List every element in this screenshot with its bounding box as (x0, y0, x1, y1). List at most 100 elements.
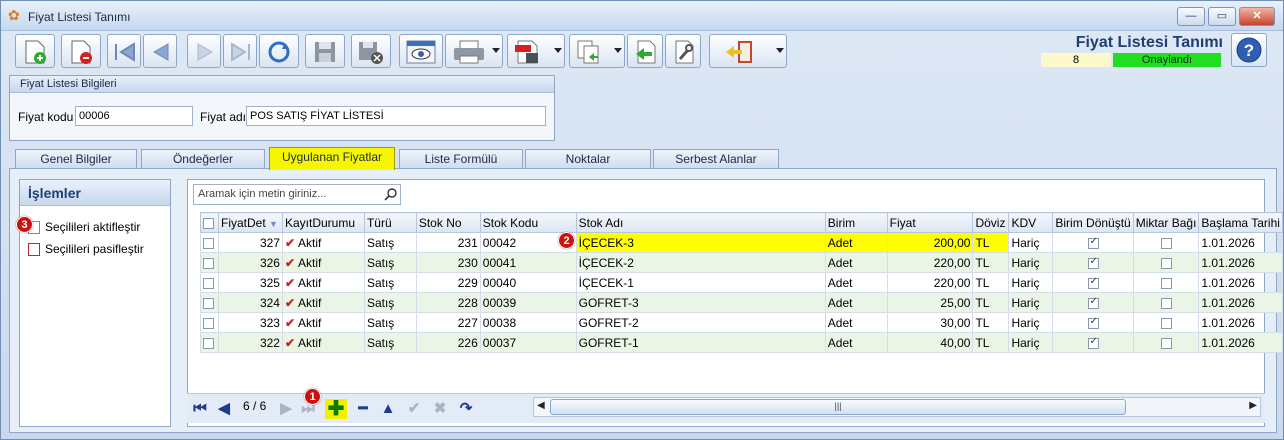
cell-unit[interactable]: Adet (824, 232, 888, 253)
cell-id[interactable]: 325 (217, 272, 283, 293)
minimize-button[interactable]: — (1177, 7, 1205, 26)
cell-unit-conv[interactable] (1052, 332, 1134, 353)
search-icon[interactable] (384, 187, 398, 201)
cell-unit-conv[interactable] (1052, 312, 1134, 333)
row-checkbox[interactable] (203, 257, 214, 269)
unit-conv-checkbox[interactable] (1087, 256, 1099, 269)
cell-price[interactable]: 40,00 (886, 332, 974, 353)
cell-type[interactable]: Satış (363, 332, 417, 353)
cell-id[interactable]: 326 (217, 252, 283, 273)
tools-button[interactable] (665, 34, 701, 68)
cell-currency[interactable]: TL (972, 252, 1010, 273)
cell-qty-bound[interactable] (1132, 232, 1200, 253)
cell-stock-no[interactable]: 227 (415, 312, 481, 333)
cell-type[interactable]: Satış (363, 292, 417, 313)
cell-unit[interactable]: Adet (824, 292, 888, 313)
cell-currency[interactable]: TL (972, 232, 1010, 253)
exit-button[interactable] (709, 34, 787, 68)
cell-start-date[interactable]: 1.01.2026 (1198, 232, 1283, 253)
cell-stock-code[interactable]: 00037 (479, 332, 577, 353)
cell-vat[interactable]: Hariç (1008, 272, 1054, 293)
qty-bound-checkbox[interactable] (1160, 257, 1172, 269)
delete-button[interactable] (61, 34, 101, 68)
cell-status[interactable]: ✔ Aktif (281, 272, 365, 293)
cell-vat[interactable]: Hariç (1008, 292, 1054, 313)
prev-record-button[interactable] (143, 34, 177, 68)
cell-unit[interactable]: Adet (824, 272, 888, 293)
price-name-input[interactable]: POS SATIŞ FİYAT LİSTESİ (246, 106, 546, 126)
first-record-button[interactable] (107, 34, 141, 68)
nav-confirm-icon[interactable]: ✔ (403, 399, 425, 419)
cell-price[interactable]: 200,00 (886, 232, 974, 253)
price-code-input[interactable]: 00006 (75, 106, 193, 126)
col-header-stock-name[interactable]: Stok Adı (575, 212, 826, 233)
maximize-button[interactable]: ▭ (1208, 7, 1236, 26)
unit-conv-checkbox[interactable] (1087, 296, 1099, 309)
cell-qty-bound[interactable] (1132, 312, 1200, 333)
qty-bound-checkbox[interactable] (1160, 337, 1172, 349)
cell-qty-bound[interactable] (1132, 292, 1200, 313)
cell-id[interactable]: 322 (217, 332, 283, 353)
tab-list-formula[interactable]: Liste Formülü (399, 149, 523, 169)
cell-start-date[interactable]: 1.01.2026 (1198, 272, 1283, 293)
print-button[interactable] (445, 34, 503, 68)
tab-applied-prices[interactable]: Uygulanan Fiyatlar (269, 147, 395, 170)
cell-stock-no[interactable]: 228 (415, 292, 481, 313)
cell-type[interactable]: Satış (363, 272, 417, 293)
cell-type[interactable]: Satış (363, 312, 417, 333)
table-row[interactable]: 323 ✔ Aktif Satış 227 00038 GOFRET-2 Adet 30,00 T… (200, 312, 1283, 333)
table-row[interactable]: 322 ✔ Aktif Satış 226 00037 GOFRET-1 Adet 40,00 T… (200, 332, 1283, 353)
nav-add-icon[interactable]: ✚ (325, 399, 347, 419)
print-dropdown-arrow[interactable] (492, 48, 500, 53)
col-header-status[interactable]: KayıtDurumu (281, 212, 365, 233)
table-row[interactable]: 325 ✔ Aktif Satış 229 00040 İÇECEK-1 Adet 220,00… (200, 272, 1283, 293)
row-checkbox[interactable] (203, 317, 214, 329)
cell-status[interactable]: ✔ Aktif (281, 232, 365, 253)
cell-qty-bound[interactable] (1132, 252, 1200, 273)
cell-stock-code[interactable]: 00041 (479, 252, 577, 273)
cell-unit-conv[interactable] (1052, 252, 1134, 273)
cell-start-date[interactable]: 1.01.2026 (1198, 292, 1283, 313)
cell-unit-conv[interactable] (1052, 292, 1134, 313)
unit-conv-checkbox[interactable] (1087, 316, 1099, 329)
cell-currency[interactable]: TL (972, 292, 1010, 313)
save-button[interactable] (305, 34, 345, 68)
tab-free-fields[interactable]: Serbest Alanlar (653, 149, 779, 169)
scroll-left-arrow-icon[interactable]: ◀ (537, 400, 545, 411)
close-button[interactable]: ✕ (1239, 7, 1275, 26)
col-header-start-date[interactable]: Başlama Tarihi (1198, 212, 1283, 233)
cell-stock-no[interactable]: 229 (415, 272, 481, 293)
unit-conv-checkbox[interactable] (1087, 276, 1099, 289)
row-select-cell[interactable] (200, 312, 219, 333)
cell-id[interactable]: 324 (217, 292, 283, 313)
cell-currency[interactable]: TL (972, 272, 1010, 293)
qty-bound-checkbox[interactable] (1160, 237, 1172, 249)
cell-stock-no[interactable]: 230 (415, 252, 481, 273)
select-all-header[interactable] (200, 212, 219, 233)
nav-first-icon[interactable]: ⏮ (189, 399, 211, 419)
table-row[interactable]: 324 ✔ Aktif Satış 228 00039 GOFRET-3 Adet 25,00 T… (200, 292, 1283, 313)
last-record-button[interactable] (223, 34, 257, 68)
cell-type[interactable]: Satış (363, 232, 417, 253)
cell-unit[interactable]: Adet (824, 252, 888, 273)
cell-vat[interactable]: Hariç (1008, 312, 1054, 333)
row-select-cell[interactable] (200, 332, 219, 353)
cell-currency[interactable]: TL (972, 312, 1010, 333)
cell-vat[interactable]: Hariç (1008, 232, 1054, 253)
cell-stock-code[interactable]: 00039 (479, 292, 577, 313)
cell-id[interactable]: 327 (217, 232, 283, 253)
row-checkbox[interactable] (203, 337, 214, 349)
nav-prev-icon[interactable]: ◀ (213, 399, 235, 419)
cell-stock-name[interactable]: İÇECEK-3 (575, 232, 826, 253)
col-header-unit-conv[interactable]: Birim Dönüştü (1052, 212, 1134, 233)
cell-price[interactable]: 220,00 (886, 252, 974, 273)
row-select-cell[interactable] (200, 232, 219, 253)
cell-status[interactable]: ✔ Aktif (281, 292, 365, 313)
help-button[interactable]: ? (1231, 33, 1267, 67)
row-checkbox[interactable] (203, 237, 214, 249)
new-button[interactable] (15, 34, 55, 68)
scroll-right-arrow-icon[interactable]: ▶ (1249, 400, 1257, 411)
next-record-button[interactable] (187, 34, 221, 68)
cell-stock-code[interactable]: 00040 (479, 272, 577, 293)
cell-unit[interactable]: Adet (824, 332, 888, 353)
